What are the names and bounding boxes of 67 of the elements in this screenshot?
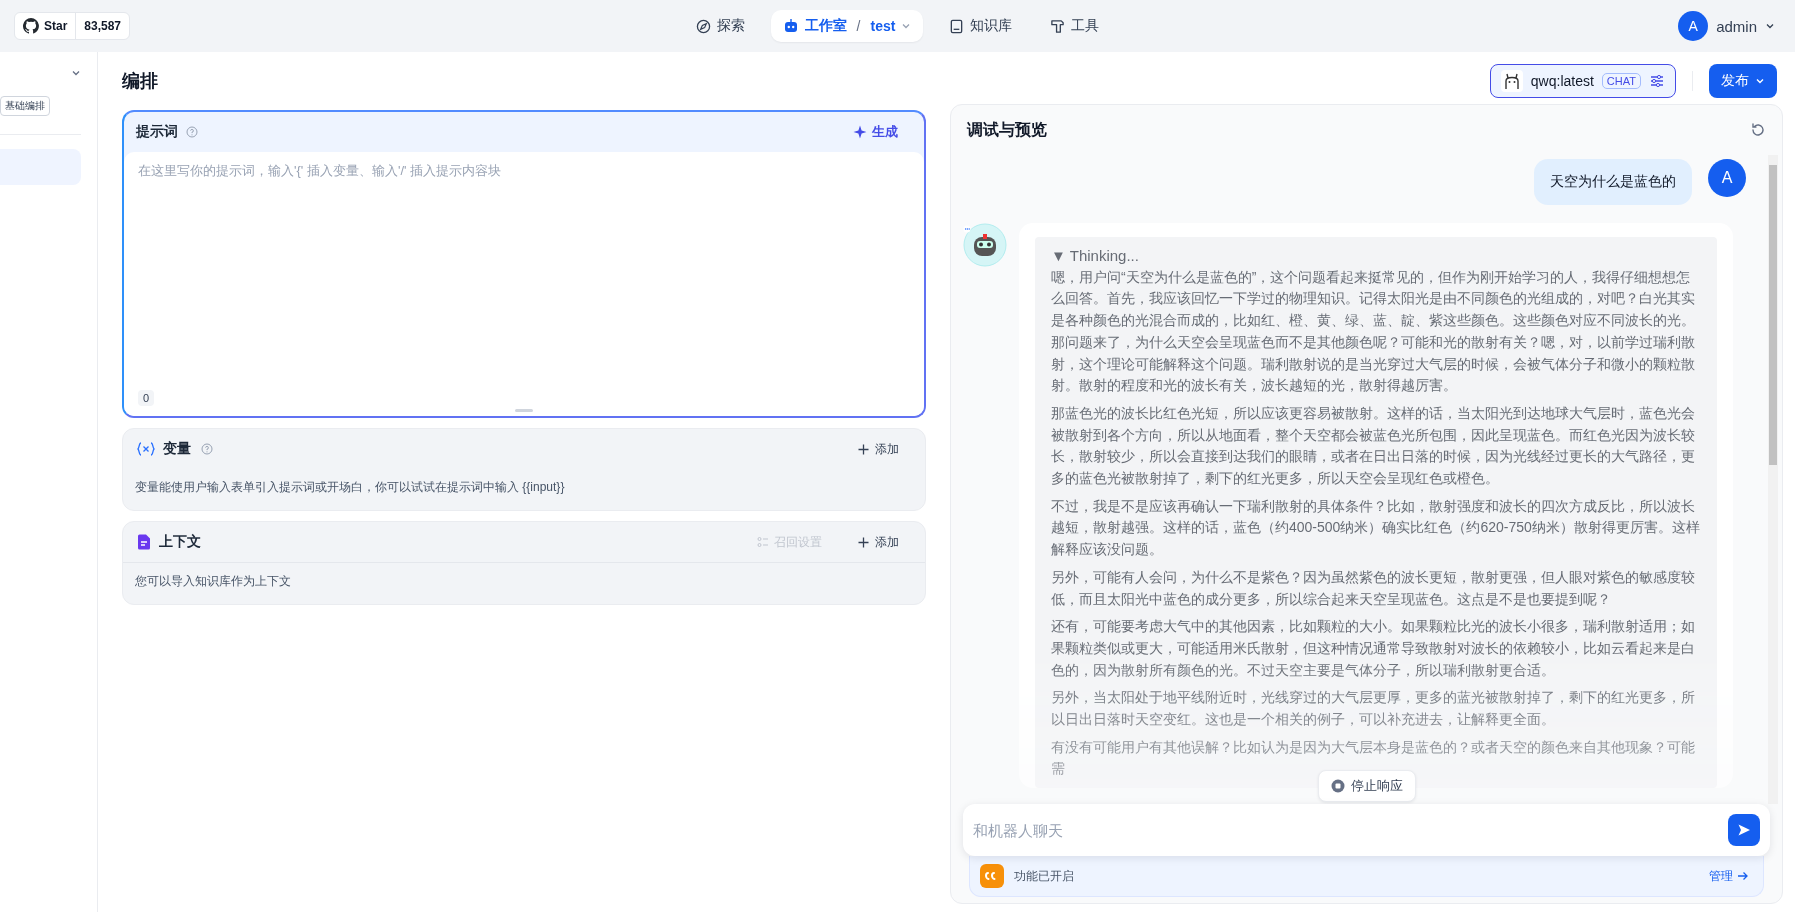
variables-description: 变量能使用户输入表单引入提示词或开场白，你可以试试在提示词中输入 {{input}} [134,479,566,496]
add-variable-button[interactable]: 添加 [852,439,905,459]
star-label: Star [44,19,68,33]
context-description: 您可以导入知识库作为上下文 [134,573,292,590]
nav-tab[interactable]: 工具 [1038,10,1112,42]
nav-tab[interactable]: 探索 [683,10,757,42]
robot-icon [782,18,799,34]
model-type-tag: CHAT [1601,73,1641,89]
document-icon [137,534,151,550]
refresh-icon[interactable] [1750,122,1766,138]
filter-icon [757,536,769,548]
thinking-toggle[interactable]: ▼ Thinking... [1051,245,1701,267]
sparkle-icon [853,125,867,139]
compass-icon [695,18,711,34]
quote-icon [980,864,1004,888]
resize-handle[interactable] [515,409,533,412]
chat-input[interactable]: 和机器人聊天 [963,804,1770,856]
thinking-text: 还有，可能要考虑大气中的其他因素，比如颗粒的大小。如果颗粒比光的波长小很多，瑞利散射适用；如果颗粒类似或更大，可能适用米氏散射，但这种情况通常导致散射对波长的依赖较小，比如云看起来是白色的，因为散射所有颜色的光。不过天空主要是气体分子，所以瑞利散射更合适。 [1051,617,1696,680]
mode-tag: 基础编排 [0,96,50,116]
star-count: 83,587 [75,13,130,39]
nav-tab[interactable]: 工作室 / test [770,10,924,42]
github-star-button[interactable]: Star 83,587 [14,12,131,40]
scrollbar[interactable] [1768,155,1778,804]
page-title: 编排 [122,70,158,93]
chevron-down-icon[interactable] [1765,21,1775,31]
thinking-text: 不过，我是不是应该再确认一下瑞利散射的具体条件？比如，散射强度和波长的四次方成反比，所以波长越短，散射越强。这样的话，蓝色（约400-500纳米）确实比红色（约620-750纳米）散射得更厉害。这样解释应该没问题。 [1051,496,1701,560]
prompt-field[interactable]: 在这里写你的提示词，输入'{' 插入变量、输入'/' 插入提示内容块 [124,152,924,388]
variables-title: 变量 [163,440,191,458]
publish-button[interactable]: 发布 [1709,64,1777,98]
arrow-right-icon [1737,870,1749,882]
variable-icon [137,442,155,456]
thinking-text: 另外，可能有人会问，为什么不是紫色？因为虽然紫色的波长更短，散射更强，但人眼对紫色的敏感度较低，而且太阳光中蓝色的成分更多，所以综合起来天空呈现蓝色。这点是不是也要提到呢？ [1051,567,1696,609]
add-context-button[interactable]: 添加 [852,532,905,552]
thinking-text: 那蓝色光的波长比红色光短，所以应该更容易被散射。这样的话，当太阳光到达地球大气层时，蓝色光会被散射到各个方向，所以从地面看，整个天空都会被蓝色光所包围，因此呈现蓝色。而红色光因为波长较长，散射较少，所以会直接到达我们的眼睛，或者在日出日落的时候，因为光线经过更长的大气路径，更多的蓝色光被散射掉了，剩下的红光更多，所以天空会呈现红色或橙色。 [1051,403,1696,489]
nav-tab[interactable]: 知识库 [937,10,1025,42]
sliders-icon [1649,73,1665,89]
chevron-down-icon[interactable] [71,68,81,78]
chevron-down-icon [1755,76,1765,86]
robot-avatar-icon [963,223,1007,267]
character-count: 0 [138,390,155,406]
user-message: 天空为什么是蓝色的 [1534,159,1692,205]
chat-input-field[interactable]: 和机器人聊天 [963,821,1728,839]
plus-icon [858,536,869,548]
send-icon [1737,823,1751,837]
book-icon [949,18,965,34]
manage-link[interactable]: 管理 [1709,867,1749,885]
user-name[interactable]: admin [1716,17,1757,35]
plus-icon [858,443,869,455]
prompt-input-area[interactable]: 在这里写你的提示词，输入'{' 插入变量、输入'/' 插入提示内容块 0 [124,152,924,416]
stop-icon [1330,779,1345,793]
user-avatar: A [1708,159,1746,197]
send-button[interactable] [1728,814,1760,846]
generate-button[interactable]: 生成 [847,122,904,142]
model-selector[interactable]: qwq:latest CHAT [1489,64,1676,98]
help-icon[interactable] [201,443,213,455]
prompt-title: 提示词 [136,123,178,141]
chevron-down-icon [901,21,912,31]
user-avatar[interactable]: A [1678,11,1709,41]
features-label: 功能已开启 [1014,867,1074,885]
thinking-text: 那问题来了，为什么天空会呈现蓝色而不是其他颜色呢？可能和光的散射有关？嗯，对，以前学过瑞利散射，这个理论可能解释这个问题。瑞利散射说的是当光穿过大气层的时候，会被气体分子和微小的颗粒散射。散射的程度和光的波长有关，波长越短的光，散射得越厉害。 [1051,332,1696,396]
context-title: 上下文 [159,533,201,551]
github-icon [23,18,39,34]
stop-response-button[interactable]: 停止响应 [1317,770,1416,802]
preview-title: 调试与预览 [967,119,1047,140]
thinking-text: 嗯，用户问“天空为什么是蓝色的”，这个问题看起来挺常见的，但作为刚开始学习的人，我得仔细想想怎么回答。首先，我应该回忆一下学过的物理知识。记得太阳光是由不同颜色的光组成的，对吧？白光其实是各种颜色的光混合而成的，比如红、橙、黄、绿、蓝、靛、紫这些颜色。这些颜色对应不同波长的光。 [1051,267,1696,331]
thinking-text: 另外，当太阳处于地平线附近时，光线穿过的大气层更厚，更多的蓝光被散射掉了，剩下的红光更多，所以日出日落时天空变红。这也是一个相关的例子，可以补充进去，让解释更全面。 [1051,688,1696,730]
help-icon[interactable] [186,126,198,138]
